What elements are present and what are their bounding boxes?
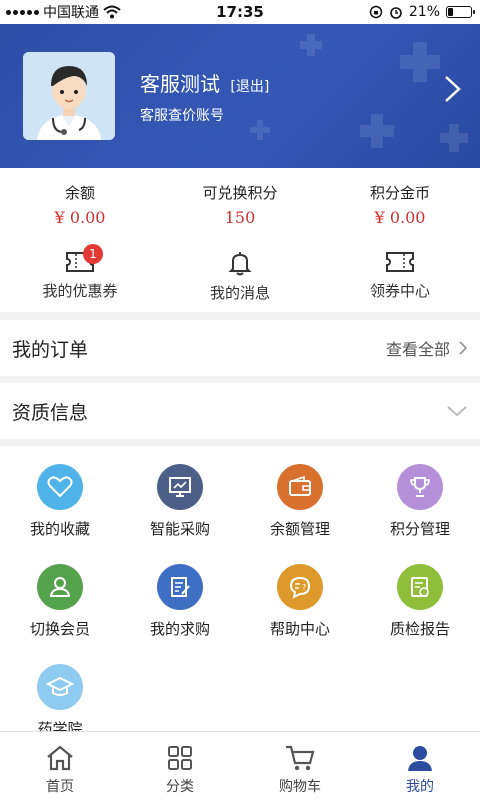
chevron-down-icon [447, 406, 467, 417]
svg-text:?: ? [302, 583, 306, 592]
chevron-right-icon[interactable] [440, 74, 464, 104]
bottom-tab-bar: 首页 分类 购物车 我的 [0, 731, 480, 800]
signal-icon [6, 9, 39, 15]
grid-item-qc-report[interactable]: 质检报告 [360, 564, 480, 639]
avatar[interactable] [23, 52, 115, 140]
battery-icon [446, 6, 475, 18]
cart-icon [286, 745, 315, 771]
grid-item-pharmacy-academy[interactable]: 药学院 [0, 664, 120, 731]
tab-cart[interactable]: 购物车 [240, 744, 360, 796]
profile-header[interactable]: 客服测试 [退出] 客服查价账号 [0, 24, 480, 168]
quick-link-label: 我的消息 [209, 284, 270, 302]
qualification-toggle[interactable] [446, 405, 468, 417]
grid-item-label: 余额管理 [269, 520, 330, 538]
wifi-icon [103, 5, 121, 19]
alarm-icon [390, 7, 402, 19]
tab-home[interactable]: 首页 [0, 744, 120, 796]
heart-icon [37, 464, 83, 510]
tab-label: 首页 [46, 779, 74, 795]
stat-value: ¥ 0.00 [374, 208, 426, 227]
grid-item-favorites[interactable]: 我的收藏 [0, 464, 120, 539]
stat-label: 可兑换积分 [202, 184, 278, 202]
grid-item-label: 药学院 [37, 720, 83, 731]
report-icon [397, 564, 443, 610]
stats-card: 余额 ¥ 0.00 可兑换积分 150 积分金币 ¥ 0.00 1 我的优惠券 … [0, 168, 480, 312]
battery-fill [448, 8, 453, 16]
grid-icon [168, 746, 192, 770]
quick-link-coupon-center[interactable]: 领券中心 [320, 250, 480, 301]
account-type: 客服查价账号 [140, 108, 224, 124]
grid-item-smart-purchase[interactable]: 智能采购 [120, 464, 240, 539]
orders-title: 我的订单 [12, 338, 89, 361]
qualification-row[interactable]: 资质信息 [0, 383, 480, 439]
stat-value: ¥ 0.00 [54, 208, 106, 227]
user-name: 客服测试 [退出] [140, 68, 269, 97]
chart-board-icon [157, 464, 203, 510]
home-icon [47, 745, 73, 771]
grid-item-help[interactable]: ? 帮助中心 [240, 564, 360, 639]
quick-link-label: 领券中心 [369, 282, 430, 300]
lock-rotation-icon [369, 5, 383, 19]
status-right: 21% [369, 4, 480, 20]
tab-label: 我的 [406, 779, 434, 795]
help-chat-icon: ? [277, 564, 323, 610]
stat-label: 积分金币 [369, 184, 430, 202]
coupon-badge: 1 [83, 244, 103, 264]
grid-item-label: 智能采购 [149, 520, 210, 538]
tab-label: 购物车 [279, 779, 321, 795]
battery-percent: 21% [408, 4, 440, 20]
profile-icon [408, 746, 432, 771]
wallet-icon [277, 464, 323, 510]
ticket-icon [386, 252, 414, 272]
grid-item-label: 我的收藏 [29, 520, 90, 538]
grid-item-label: 帮助中心 [269, 620, 330, 638]
grid-item-balance[interactable]: 余额管理 [240, 464, 360, 539]
user-name-text: 客服测试 [140, 72, 220, 96]
chevron-right-icon [459, 341, 468, 355]
edit-list-icon [157, 564, 203, 610]
orders-row[interactable]: 我的订单 查看全部 [0, 320, 480, 376]
orders-view-all[interactable]: 查看全部 [386, 336, 468, 360]
grid-item-label: 积分管理 [389, 520, 450, 538]
member-switch-icon [37, 564, 83, 610]
stat-redeemable-points[interactable]: 可兑换积分 150 [160, 182, 320, 227]
carrier-name: 中国联通 [43, 5, 99, 21]
doctor-avatar-icon [23, 52, 115, 140]
tab-label: 分类 [166, 779, 194, 795]
status-bar: 中国联通 17:35 21% [0, 0, 480, 24]
stat-value: 150 [224, 208, 256, 227]
feature-grid: 我的收藏 智能采购 余额管理 积分管理 切换会员 我的求购 ? 帮助中心 质检报… [0, 446, 480, 731]
stat-point-coins[interactable]: 积分金币 ¥ 0.00 [320, 182, 480, 227]
tab-categories[interactable]: 分类 [120, 744, 240, 796]
grid-item-label: 切换会员 [29, 620, 90, 638]
stat-label: 余额 [64, 184, 95, 202]
quick-link-messages[interactable]: 我的消息 [160, 250, 320, 303]
tab-mine[interactable]: 我的 [360, 744, 480, 796]
graduation-cap-icon [37, 664, 83, 710]
quick-link-coupons[interactable]: 1 我的优惠券 [0, 244, 160, 301]
grid-item-my-requests[interactable]: 我的求购 [120, 564, 240, 639]
stat-balance[interactable]: 余额 ¥ 0.00 [0, 182, 160, 227]
trophy-icon [397, 464, 443, 510]
view-all-label: 查看全部 [385, 340, 450, 359]
quick-link-label: 我的优惠券 [42, 282, 118, 300]
logout-link[interactable]: [退出] [230, 79, 269, 95]
grid-item-label: 质检报告 [389, 620, 450, 638]
status-left: 中国联通 [0, 2, 121, 22]
grid-item-points[interactable]: 积分管理 [360, 464, 480, 539]
qualification-title: 资质信息 [12, 401, 89, 424]
grid-item-label: 我的求购 [149, 620, 210, 638]
grid-item-switch-member[interactable]: 切换会员 [0, 564, 120, 639]
bell-icon [228, 252, 252, 276]
